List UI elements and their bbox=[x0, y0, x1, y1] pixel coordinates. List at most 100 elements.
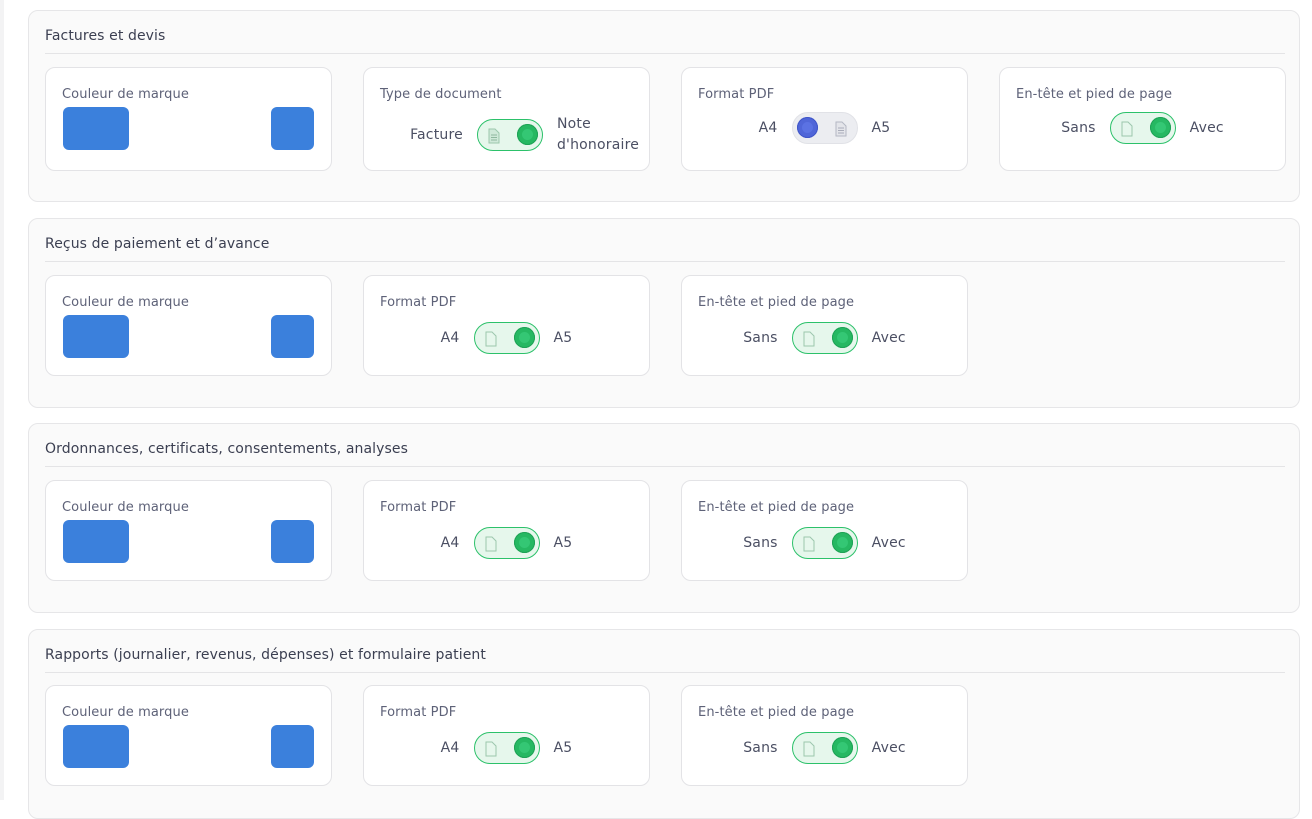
option-a4: A4 bbox=[758, 120, 778, 136]
toggle-knob bbox=[831, 737, 853, 758]
toggle-knob bbox=[513, 532, 535, 553]
brand-color-card: Couleur de marque bbox=[45, 67, 332, 171]
toggle-knob bbox=[516, 124, 538, 145]
section-title: Rapports (journalier, revenus, dépenses)… bbox=[45, 647, 486, 663]
doc-type-toggle-row: Facture Note d'honoraire bbox=[404, 114, 649, 156]
header-footer-toggle[interactable] bbox=[791, 732, 858, 764]
divider bbox=[45, 53, 1285, 54]
section-title: Ordonnances, certificats, consentements,… bbox=[45, 441, 409, 457]
divider bbox=[45, 261, 1285, 262]
pdf-format-toggle-row: A4 A5 bbox=[364, 732, 649, 764]
document-icon bbox=[835, 121, 846, 137]
card-title: En-tête et pied de page bbox=[1016, 87, 1173, 102]
pdf-format-card: Format PDF A4 A5 bbox=[363, 480, 650, 581]
toggle-knob bbox=[831, 532, 853, 553]
pdf-format-toggle[interactable] bbox=[473, 527, 540, 559]
card-title: Format PDF bbox=[380, 705, 457, 720]
card-title: En-tête et pied de page bbox=[698, 705, 855, 720]
brand-color-picker[interactable] bbox=[271, 107, 314, 150]
section-invoices: Factures et devis Couleur de marque Type… bbox=[28, 10, 1300, 202]
doc-type-card: Type de document Facture Note d'honorair… bbox=[363, 67, 650, 171]
option-facture: Facture bbox=[410, 127, 463, 143]
option-sans: Sans bbox=[743, 330, 778, 346]
pdf-format-card: Format PDF A4 A5 bbox=[363, 275, 650, 376]
card-title: Couleur de marque bbox=[62, 87, 189, 102]
header-footer-card: En-tête et pied de page Sans Avec bbox=[681, 275, 968, 376]
card-title: Couleur de marque bbox=[62, 295, 189, 310]
pdf-format-card: Format PDF A4 A5 bbox=[681, 67, 968, 171]
toggle-knob bbox=[831, 327, 853, 348]
option-a4: A4 bbox=[440, 740, 460, 756]
card-title: Format PDF bbox=[698, 87, 775, 102]
header-footer-toggle-row: Sans Avec bbox=[682, 527, 967, 559]
header-footer-toggle[interactable] bbox=[791, 527, 858, 559]
option-a4: A4 bbox=[440, 330, 460, 346]
option-sans: Sans bbox=[743, 740, 778, 756]
doc-type-toggle[interactable] bbox=[476, 119, 543, 151]
toggle-knob bbox=[796, 117, 818, 138]
card-title: En-tête et pied de page bbox=[698, 295, 855, 310]
brand-color-swatch[interactable] bbox=[63, 107, 129, 150]
toggle-knob bbox=[513, 327, 535, 348]
brand-color-picker[interactable] bbox=[271, 520, 314, 563]
section-prescriptions: Ordonnances, certificats, consentements,… bbox=[28, 423, 1300, 613]
brand-color-picker[interactable] bbox=[271, 725, 314, 768]
brand-color-swatch[interactable] bbox=[63, 520, 129, 563]
pdf-format-toggle[interactable] bbox=[473, 732, 540, 764]
document-icon bbox=[485, 741, 496, 757]
pdf-format-toggle[interactable] bbox=[473, 322, 540, 354]
header-footer-card: En-tête et pied de page Sans Avec bbox=[681, 685, 968, 786]
pdf-format-toggle-row: A4 A5 bbox=[364, 527, 649, 559]
pdf-format-card: Format PDF A4 A5 bbox=[363, 685, 650, 786]
document-icon bbox=[803, 536, 815, 552]
header-footer-card: En-tête et pied de page Sans Avec bbox=[681, 480, 968, 581]
option-avec: Avec bbox=[871, 740, 906, 756]
section-reports: Rapports (journalier, revenus, dépenses)… bbox=[28, 629, 1300, 819]
header-footer-toggle[interactable] bbox=[791, 322, 858, 354]
header-footer-toggle-row: Sans Avec bbox=[682, 732, 967, 764]
card-title: Type de document bbox=[380, 87, 502, 102]
header-footer-toggle[interactable] bbox=[1109, 112, 1176, 144]
header-footer-toggle-row: Sans Avec bbox=[682, 322, 967, 354]
card-title: Format PDF bbox=[380, 295, 457, 310]
pdf-format-toggle-row: A4 A5 bbox=[364, 322, 649, 354]
section-receipts: Reçus de paiement et d’avance Couleur de… bbox=[28, 218, 1300, 408]
card-title: Couleur de marque bbox=[62, 705, 189, 720]
brand-color-swatch[interactable] bbox=[63, 725, 129, 768]
card-title: Format PDF bbox=[380, 500, 457, 515]
header-footer-toggle-row: Sans Avec bbox=[1000, 112, 1285, 144]
option-avec: Avec bbox=[871, 535, 906, 551]
option-avec: Avec bbox=[1189, 120, 1224, 136]
option-a5: A5 bbox=[553, 740, 573, 756]
card-title: Couleur de marque bbox=[62, 500, 189, 515]
option-a5: A5 bbox=[871, 120, 891, 136]
document-icon bbox=[1121, 121, 1133, 137]
divider bbox=[45, 672, 1285, 673]
option-avec: Avec bbox=[871, 330, 906, 346]
option-a5: A5 bbox=[553, 330, 573, 346]
pdf-format-toggle[interactable] bbox=[791, 112, 858, 144]
brand-color-picker[interactable] bbox=[271, 315, 314, 358]
document-icon bbox=[803, 741, 815, 757]
card-title: En-tête et pied de page bbox=[698, 500, 855, 515]
header-footer-card: En-tête et pied de page Sans Avec bbox=[999, 67, 1286, 171]
brand-color-card: Couleur de marque bbox=[45, 275, 332, 376]
section-title: Factures et devis bbox=[45, 28, 166, 44]
toggle-knob bbox=[1149, 117, 1171, 138]
pdf-format-toggle-row: A4 A5 bbox=[682, 112, 967, 144]
document-icon bbox=[485, 331, 496, 347]
option-note-honoraire: Note d'honoraire bbox=[556, 116, 640, 153]
document-icon bbox=[803, 331, 815, 347]
brand-color-swatch[interactable] bbox=[63, 315, 129, 358]
toggle-knob bbox=[513, 737, 535, 758]
option-a5: A5 bbox=[553, 535, 573, 551]
divider bbox=[45, 466, 1285, 467]
section-title: Reçus de paiement et d’avance bbox=[45, 236, 270, 252]
brand-color-card: Couleur de marque bbox=[45, 685, 332, 786]
left-edge bbox=[0, 0, 4, 800]
brand-color-card: Couleur de marque bbox=[45, 480, 332, 581]
option-sans: Sans bbox=[1061, 120, 1096, 136]
option-a4: A4 bbox=[440, 535, 460, 551]
document-icon bbox=[485, 536, 496, 552]
document-icon bbox=[488, 128, 500, 144]
